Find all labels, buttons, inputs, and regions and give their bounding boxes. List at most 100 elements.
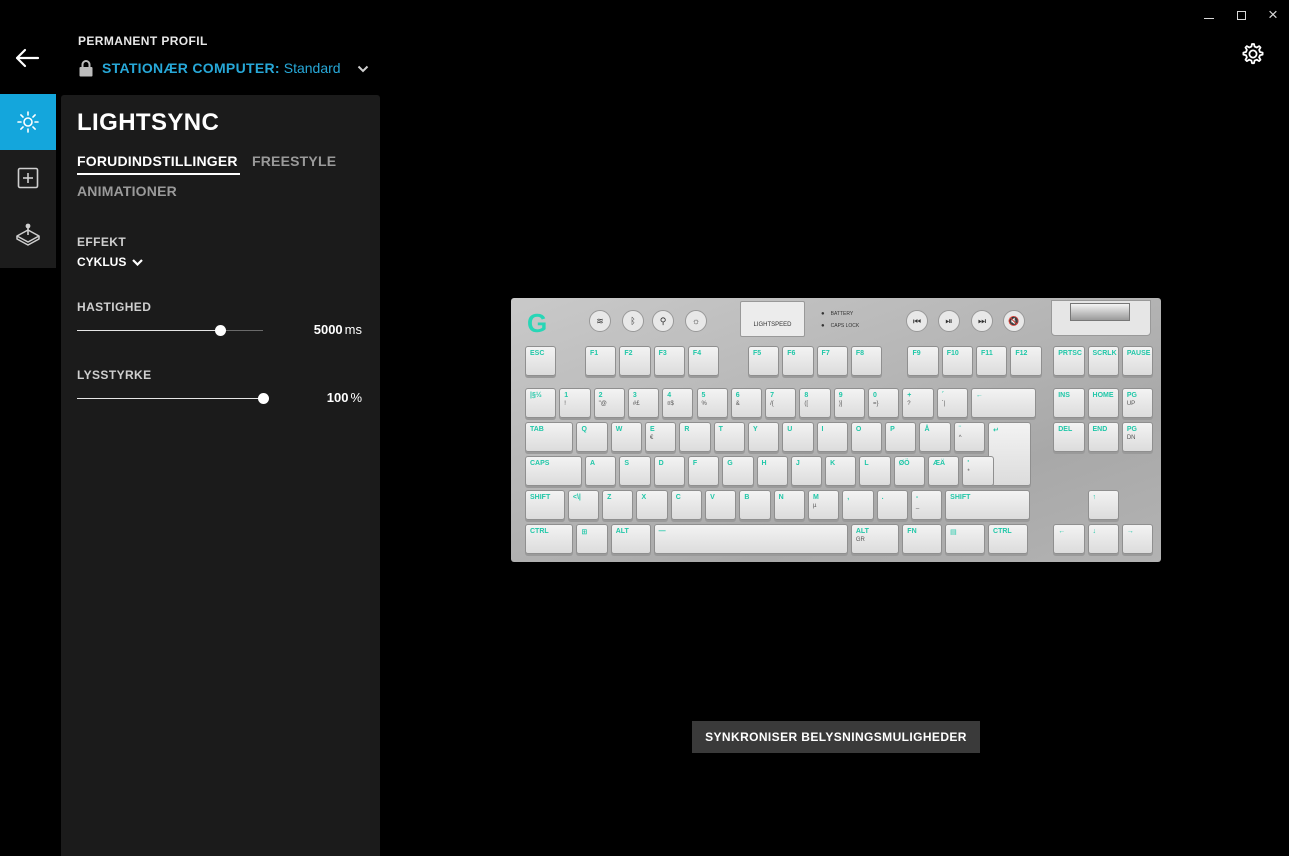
sync-lighting-button[interactable]: SYNKRONISER BELYSNINGSMULIGHEDER bbox=[692, 721, 980, 753]
keyboard-key[interactable]: +? bbox=[902, 388, 934, 418]
keyboard-key[interactable]: B bbox=[739, 490, 771, 520]
keyboard-key[interactable]: Mµ bbox=[807, 490, 840, 520]
keyboard-key[interactable]: F10 bbox=[941, 346, 974, 376]
keyboard-key[interactable]: — bbox=[653, 524, 848, 554]
keyboard-key[interactable]: FN bbox=[902, 524, 943, 554]
tab-freestyle[interactable]: FREESTYLE bbox=[252, 153, 336, 169]
sidebar-item-lightsync[interactable] bbox=[0, 94, 56, 150]
keyboard-key[interactable]: D bbox=[653, 456, 685, 486]
keyboard-key[interactable]: PG UP bbox=[1121, 388, 1154, 418]
keyboard-key[interactable]: TAB bbox=[525, 422, 574, 452]
keyboard-key[interactable]: 4 ¤$ bbox=[662, 388, 694, 418]
keyboard-key[interactable]: ESC bbox=[525, 346, 557, 376]
keyboard-key[interactable]: ØÖ bbox=[893, 456, 926, 486]
keyboard-key[interactable]: SCRLK bbox=[1087, 346, 1119, 376]
keyboard-key[interactable]: R bbox=[679, 422, 711, 452]
keyboard-key[interactable]: I bbox=[816, 422, 848, 452]
keyboard-key[interactable]: F7 bbox=[816, 346, 848, 376]
keyboard-key[interactable]: E € bbox=[645, 422, 677, 452]
keyboard-key[interactable]: |§½ bbox=[525, 388, 557, 418]
speed-slider[interactable] bbox=[77, 324, 263, 338]
keyboard-key[interactable]: G bbox=[722, 456, 754, 486]
keyboard-key[interactable]: Q bbox=[576, 422, 608, 452]
tab-presets[interactable]: FORUDINDSTILLINGER bbox=[77, 153, 240, 175]
sidebar-item-game-mode[interactable] bbox=[0, 206, 56, 262]
keyboard-key[interactable]: T bbox=[713, 422, 745, 452]
keyboard-key[interactable]: PAUSE bbox=[1121, 346, 1154, 376]
keyboard-key[interactable]: X bbox=[636, 490, 668, 520]
slider-handle[interactable] bbox=[215, 325, 227, 336]
brightness-slider[interactable] bbox=[77, 392, 269, 406]
settings-button[interactable] bbox=[1239, 41, 1265, 67]
tab-animations[interactable]: ANIMATIONER bbox=[77, 183, 177, 199]
keyboard-key[interactable]: W bbox=[610, 422, 643, 452]
minimize-button[interactable] bbox=[1193, 4, 1225, 26]
keyboard-key[interactable]: PRTSC bbox=[1053, 346, 1085, 376]
keyboard-key[interactable]: , bbox=[842, 490, 874, 520]
keyboard-key[interactable]: J bbox=[790, 456, 823, 486]
keyboard-key[interactable]: F12 bbox=[1010, 346, 1042, 376]
keyboard-key[interactable]: ALT GR bbox=[850, 524, 900, 554]
keyboard-key[interactable]: F bbox=[687, 456, 720, 486]
keyboard-key[interactable]: F9 bbox=[907, 346, 939, 376]
keyboard-key[interactable]: Y bbox=[747, 422, 780, 452]
slider-handle[interactable] bbox=[258, 393, 269, 404]
keyboard-key[interactable]: CTRL bbox=[525, 524, 574, 554]
close-button[interactable]: × bbox=[1257, 4, 1289, 26]
keyboard-key[interactable]: 7/{ bbox=[765, 388, 797, 418]
keyboard-key[interactable]: DEL bbox=[1053, 422, 1085, 452]
keyboard-key[interactable]: ⊞ bbox=[576, 524, 608, 554]
keyboard-key[interactable]: ← bbox=[1053, 524, 1085, 554]
keyboard-image[interactable]: G ≋ ᛒ ⚲ ☼ LIGHTSPEED BATTERY CAPS LOCK ⏮… bbox=[511, 298, 1161, 562]
keyboard-key[interactable]: - _ bbox=[910, 490, 943, 520]
keyboard-key[interactable]: SHIFT bbox=[945, 490, 1030, 520]
keyboard-key[interactable]: F6 bbox=[782, 346, 814, 376]
keyboard-key[interactable]: F3 bbox=[653, 346, 685, 376]
keyboard-key[interactable]: F5 bbox=[747, 346, 780, 376]
keyboard-key[interactable]: ← bbox=[970, 388, 1037, 418]
keyboard-key[interactable]: H bbox=[756, 456, 788, 486]
keyboard-key[interactable]: U bbox=[782, 422, 814, 452]
keyboard-key[interactable]: 6 & bbox=[730, 388, 763, 418]
keyboard-key[interactable]: V bbox=[705, 490, 737, 520]
keyboard-key[interactable]: → bbox=[1121, 524, 1154, 554]
keyboard-key[interactable]: C bbox=[670, 490, 703, 520]
keyboard-key[interactable]: END bbox=[1087, 422, 1119, 452]
keyboard-key[interactable]: 1! bbox=[559, 388, 591, 418]
keyboard-key[interactable]: 5% bbox=[696, 388, 728, 418]
keyboard-key[interactable]: 2 "@ bbox=[593, 388, 625, 418]
sidebar-item-assignments[interactable] bbox=[0, 150, 56, 206]
keyboard-key[interactable]: F4 bbox=[687, 346, 720, 376]
effect-dropdown[interactable]: CYKLUS bbox=[77, 255, 144, 269]
keyboard-key[interactable]: 3 #£ bbox=[627, 388, 660, 418]
keyboard-key[interactable]: ▤ bbox=[945, 524, 986, 554]
keyboard-key[interactable]: A bbox=[585, 456, 617, 486]
keyboard-key[interactable]: P bbox=[885, 422, 917, 452]
maximize-button[interactable] bbox=[1225, 4, 1257, 26]
keyboard-key[interactable]: ↓ bbox=[1087, 524, 1119, 554]
keyboard-key[interactable]: CAPS bbox=[525, 456, 583, 486]
keyboard-key[interactable]: INS bbox=[1053, 388, 1085, 418]
keyboard-key[interactable]: ALT bbox=[610, 524, 651, 554]
profile-selector[interactable]: STATIONÆR COMPUTER: Standard bbox=[78, 59, 369, 77]
keyboard-key[interactable]: ↵ bbox=[988, 422, 1032, 486]
keyboard-key[interactable]: L bbox=[859, 456, 891, 486]
keyboard-key[interactable]: ´ `| bbox=[936, 388, 968, 418]
keyboard-key[interactable]: ↑ bbox=[1087, 490, 1119, 520]
keyboard-key[interactable]: 8([ bbox=[799, 388, 831, 418]
keyboard-key[interactable]: HOME bbox=[1087, 388, 1119, 418]
keyboard-key[interactable]: CTRL bbox=[988, 524, 1028, 554]
keyboard-key[interactable]: Å bbox=[919, 422, 951, 452]
keyboard-key[interactable]: S bbox=[619, 456, 651, 486]
keyboard-key[interactable]: ' * bbox=[962, 456, 994, 486]
keyboard-key[interactable]: F11 bbox=[976, 346, 1008, 376]
keyboard-key[interactable]: 0 =} bbox=[868, 388, 900, 418]
back-button[interactable] bbox=[12, 44, 42, 72]
keyboard-key[interactable]: K bbox=[825, 456, 857, 486]
keyboard-key[interactable]: ¨ ^ bbox=[953, 422, 986, 452]
keyboard-key[interactable]: <\| bbox=[567, 490, 600, 520]
keyboard-key[interactable]: SHIFT bbox=[525, 490, 565, 520]
keyboard-key[interactable]: F2 bbox=[619, 346, 651, 376]
keyboard-key[interactable]: PG DN bbox=[1121, 422, 1154, 452]
keyboard-key[interactable]: 9)] bbox=[833, 388, 865, 418]
